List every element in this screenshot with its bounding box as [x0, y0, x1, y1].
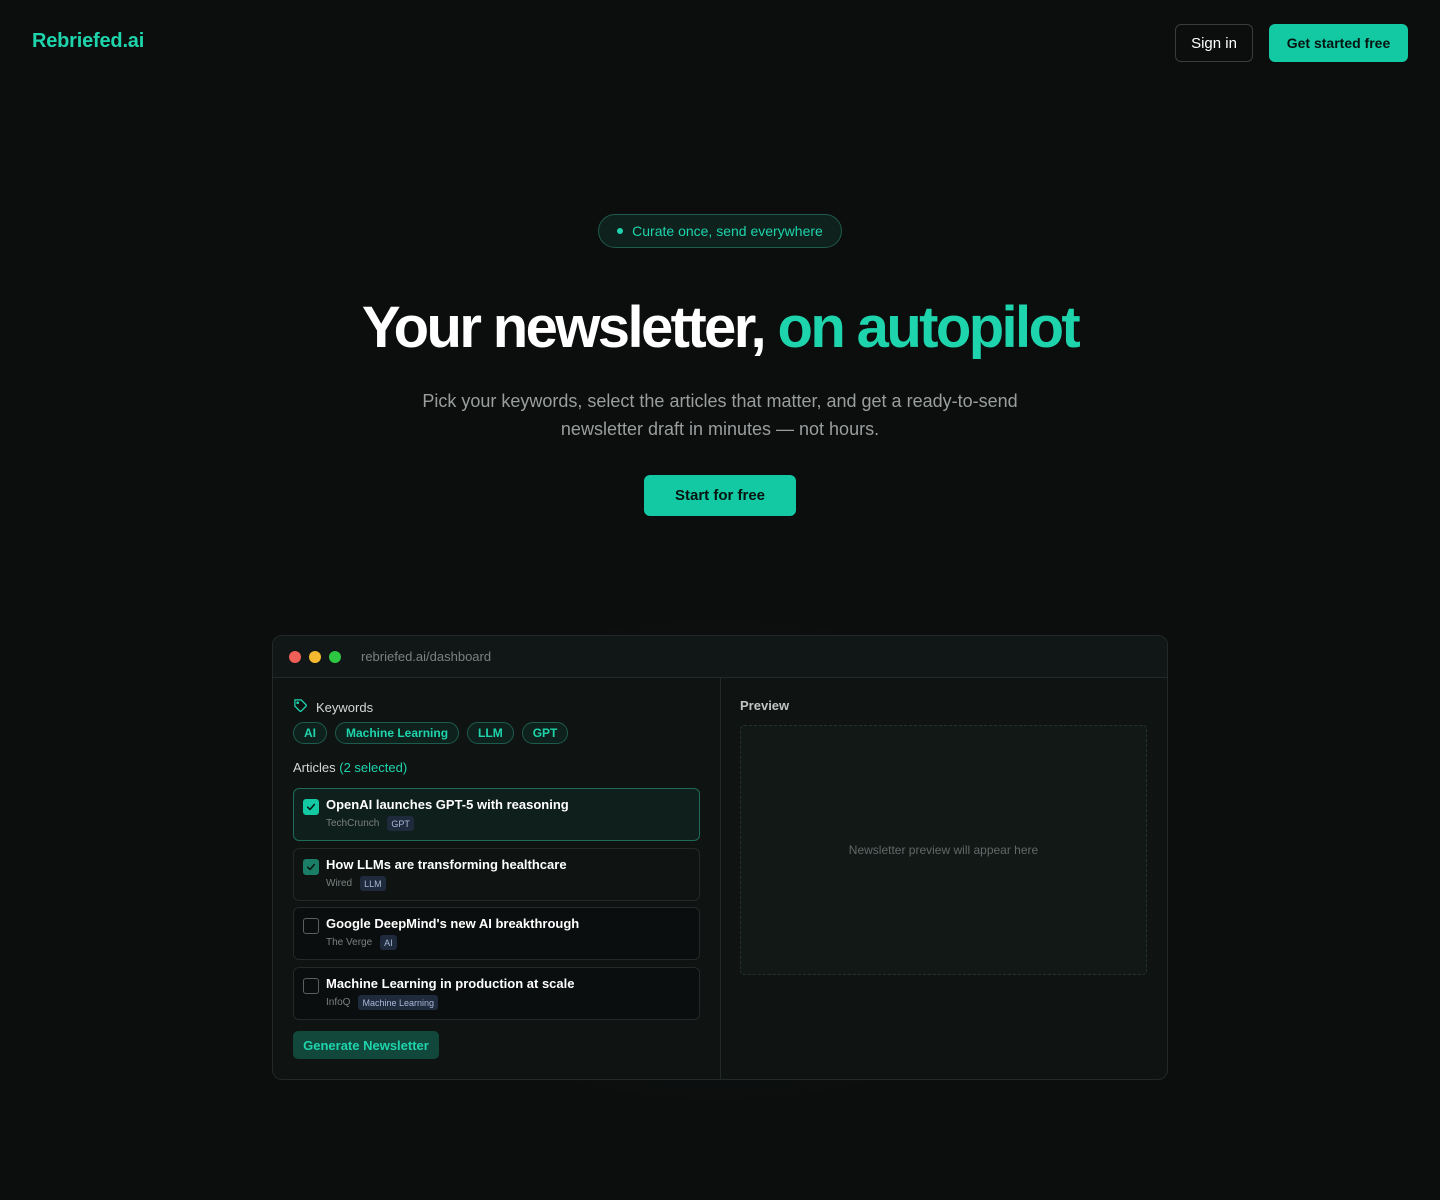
brand-logo[interactable]: Rebriefed.ai [32, 30, 144, 53]
tagline-text: Curate once, send everywhere [632, 223, 823, 239]
start-for-free-button[interactable]: Start for free [644, 475, 796, 516]
article-meta: The Verge AI [326, 935, 397, 950]
hero-headline: Your newsletter, on autopilot [0, 292, 1440, 364]
article-item[interactable]: OpenAI launches GPT-5 with reasoning Tec… [293, 788, 700, 841]
article-meta: Wired LLM [326, 876, 386, 891]
article-source: InfoQ [326, 997, 351, 1008]
articles-label: Articles [293, 760, 336, 775]
keywords-label: Keywords [316, 699, 374, 715]
keyword-tag[interactable]: LLM [467, 722, 514, 744]
article-title: Google DeepMind's new AI breakthrough [326, 916, 580, 931]
check-icon [306, 803, 316, 811]
article-tag-badge: AI [380, 935, 397, 950]
dashboard-preview-window: rebriefed.ai/dashboard Keywords AI Machi… [272, 635, 1168, 1080]
tag-icon [293, 698, 308, 716]
sign-in-button[interactable]: Sign in [1175, 24, 1253, 62]
article-tag-badge: LLM [360, 876, 386, 891]
keyword-tag[interactable]: AI [293, 722, 327, 744]
article-checkbox[interactable] [303, 859, 319, 875]
article-tag-badge: GPT [387, 816, 414, 831]
preview-label: Preview [740, 698, 790, 713]
get-started-button[interactable]: Get started free [1269, 24, 1408, 62]
article-checkbox[interactable] [303, 799, 319, 815]
article-tag-badge: Machine Learning [358, 995, 439, 1010]
window-url: rebriefed.ai/dashboard [361, 649, 492, 664]
newsletter-preview-area: Newsletter preview will appear here [740, 725, 1147, 975]
tagline-pill: Curate once, send everywhere [598, 214, 842, 248]
article-meta: TechCrunch GPT [326, 816, 414, 831]
article-meta: InfoQ Machine Learning [326, 995, 439, 1010]
preview-placeholder: Newsletter preview will appear here [848, 843, 1039, 857]
window-titlebar: rebriefed.ai/dashboard [273, 636, 1167, 678]
hero-subtitle: Pick your keywords, select the articles … [422, 391, 1018, 439]
keyword-tags: AI Machine Learning LLM GPT [293, 722, 569, 744]
keyword-tag[interactable]: Machine Learning [335, 722, 460, 744]
generate-newsletter-button[interactable]: Generate Newsletter [293, 1031, 439, 1059]
dot-icon [617, 228, 624, 234]
article-title: How LLMs are transforming healthcare [326, 857, 567, 872]
articles-header: Articles (2 selected) [293, 760, 407, 775]
article-title: Machine Learning in production at scale [326, 976, 575, 991]
top-navbar: Rebriefed.ai Sign in Get started free [0, 0, 1440, 86]
article-checkbox[interactable] [303, 978, 319, 994]
preview-pane: Preview Newsletter preview will appear h… [721, 678, 1167, 1079]
article-title: OpenAI launches GPT-5 with reasoning [326, 797, 569, 812]
check-icon [306, 863, 316, 871]
selection-pane: Keywords AI Machine Learning LLM GPT Art… [273, 678, 721, 1079]
article-source: The Verge [326, 937, 373, 948]
keywords-header: Keywords [293, 698, 373, 716]
article-item[interactable]: How LLMs are transforming healthcare Wir… [293, 848, 700, 901]
headline-accent: on autopilot [777, 295, 1081, 360]
maximize-dot-icon [329, 651, 341, 663]
article-item[interactable]: Machine Learning in production at scale … [293, 967, 700, 1020]
article-source: TechCrunch [326, 818, 380, 829]
selected-count: (2 selected) [339, 760, 408, 775]
close-dot-icon [289, 651, 301, 663]
article-item[interactable]: Google DeepMind's new AI breakthrough Th… [293, 907, 700, 960]
article-source: Wired [326, 878, 353, 889]
article-checkbox[interactable] [303, 918, 319, 934]
keyword-tag[interactable]: GPT [521, 722, 569, 744]
headline-main: Your newsletter, [361, 295, 767, 360]
minimize-dot-icon [309, 651, 321, 663]
